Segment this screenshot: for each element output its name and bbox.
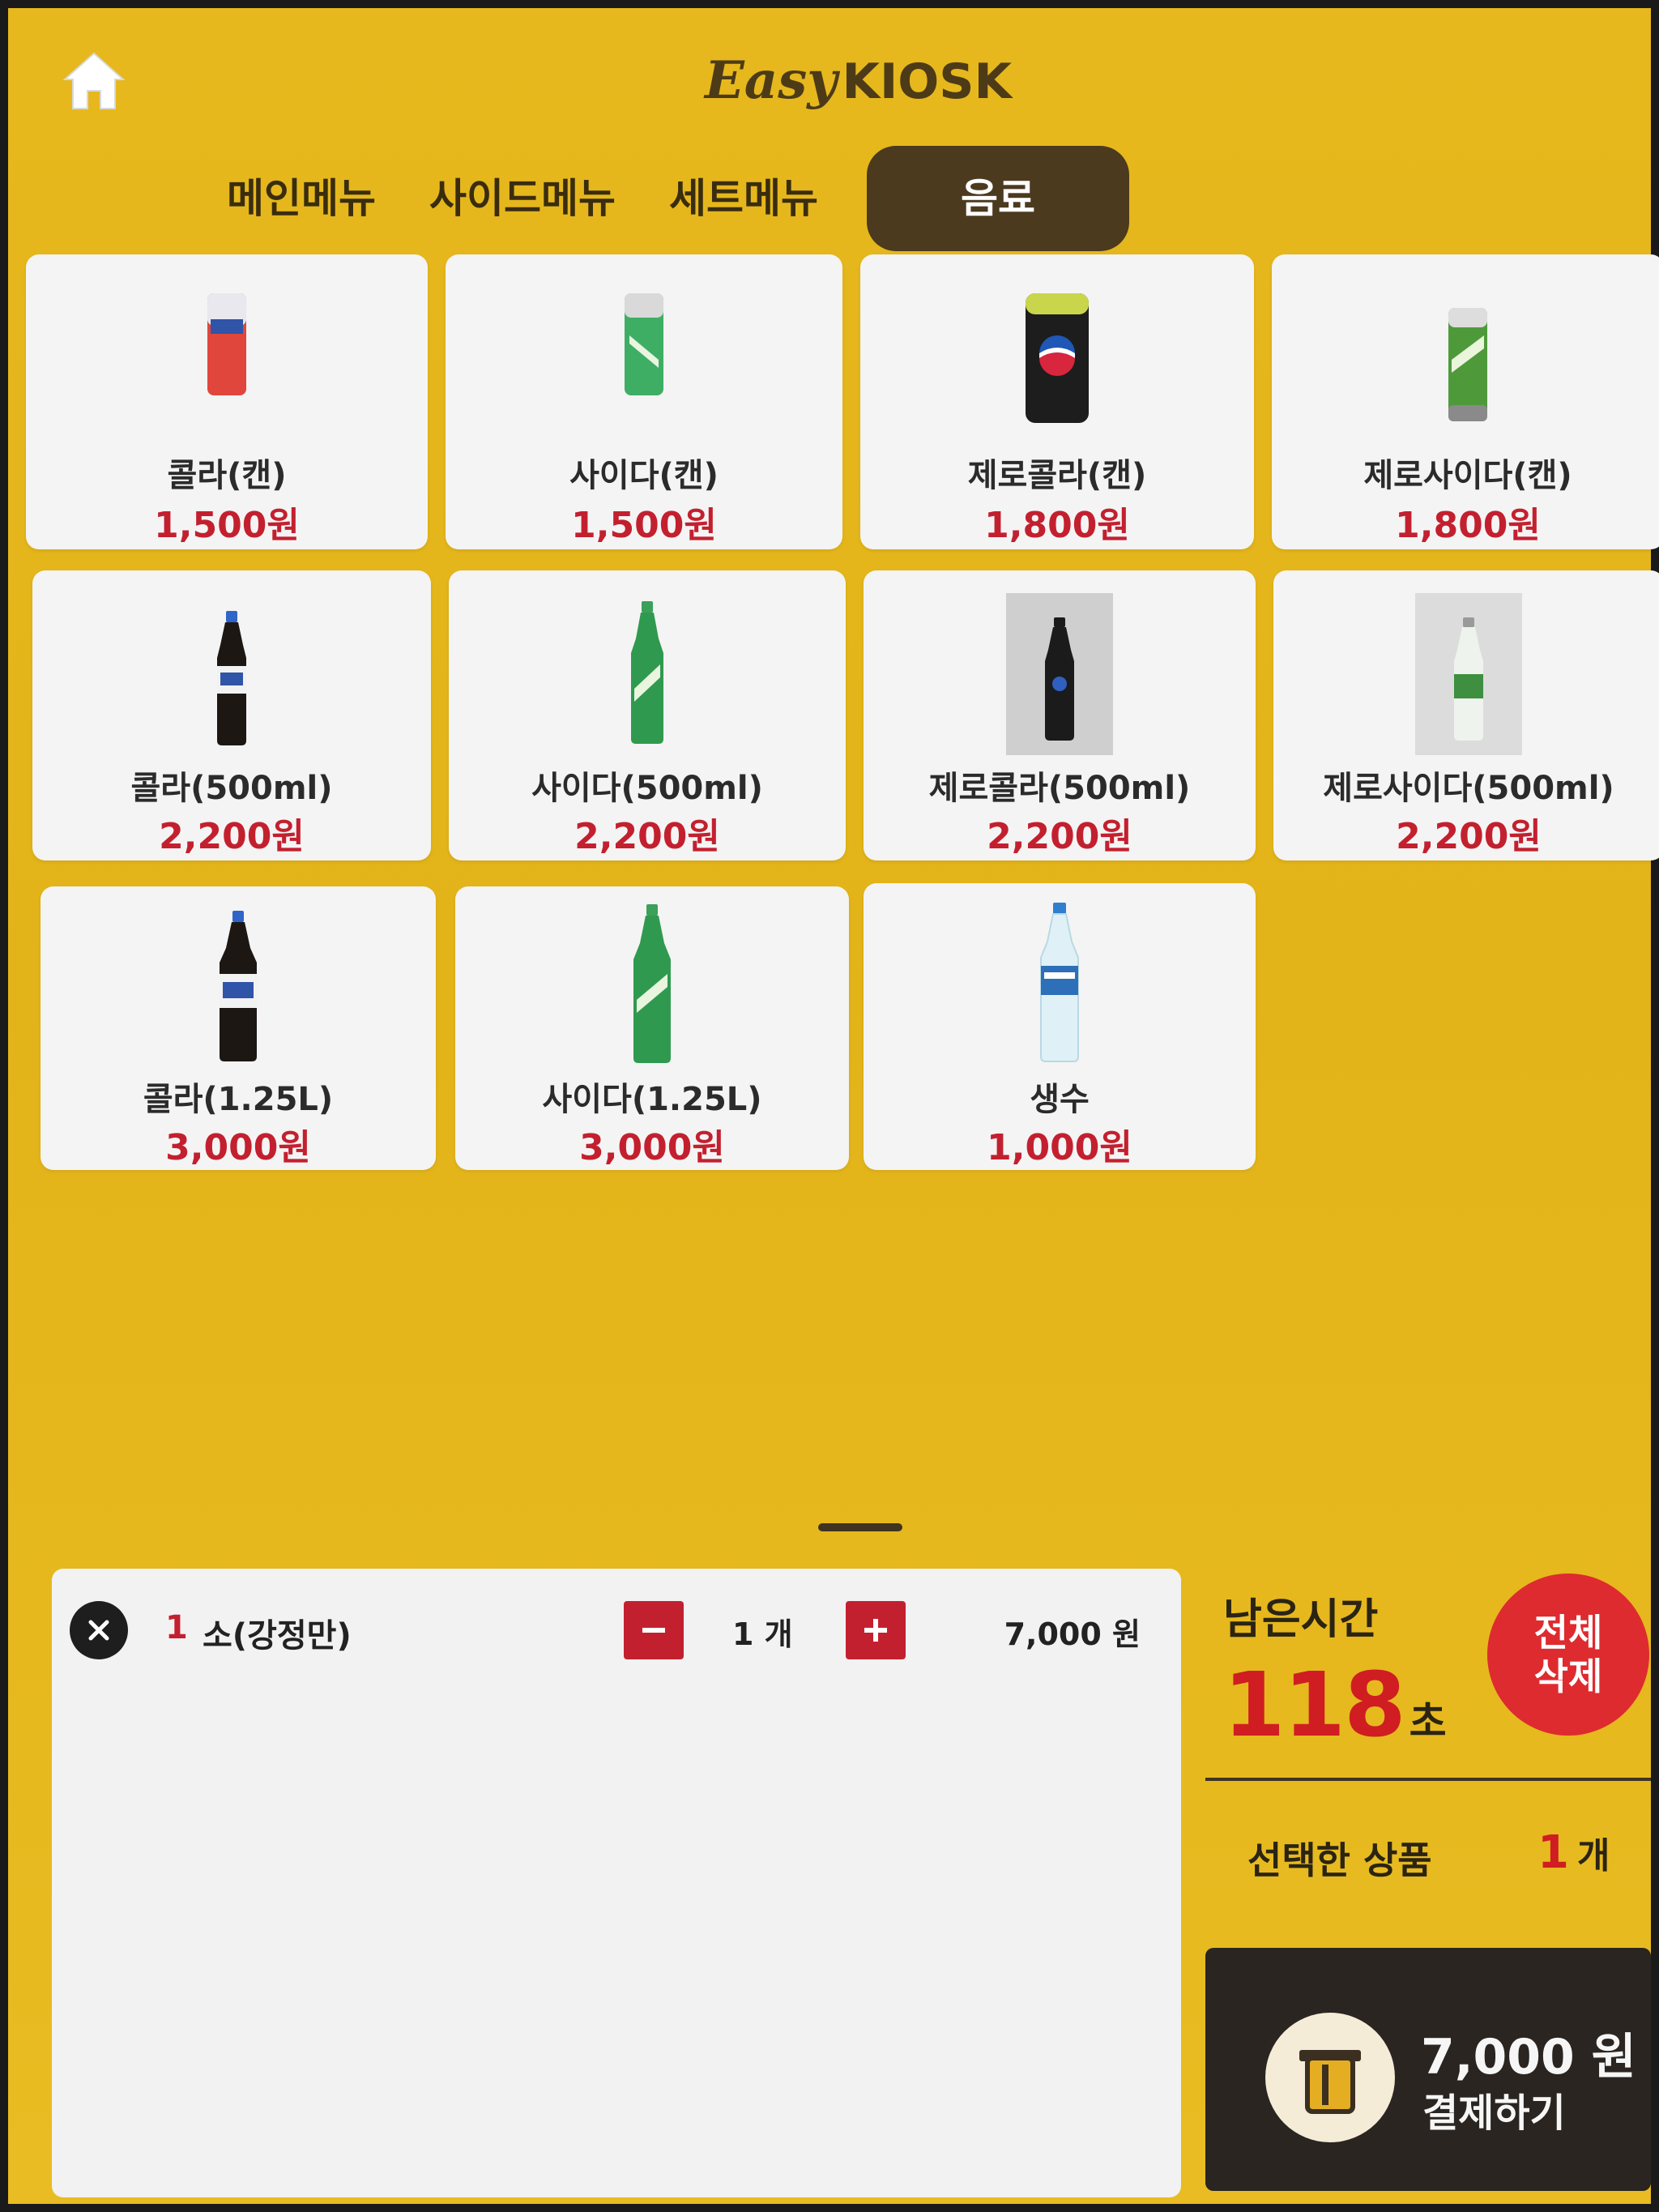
product-name: 사이다(500ml)	[531, 770, 763, 807]
product-price: 3,000원	[165, 1127, 311, 1168]
home-button[interactable]	[60, 47, 128, 115]
product-card-zero-cider-can[interactable]: 제로사이다(캔) 1,800원	[1272, 254, 1659, 549]
product-name: 콜라(500ml)	[130, 770, 333, 807]
logo-easy-text: Easy	[705, 50, 838, 111]
product-card-cider-bottle[interactable]: 사이다(500ml) 2,200원	[449, 570, 846, 860]
product-card-zero-cider-bottle[interactable]: 제로사이다(500ml) 2,200원	[1273, 570, 1659, 860]
tab-side-menu[interactable]: 사이드메뉴	[429, 146, 616, 251]
product-name: 생수	[1030, 1081, 1090, 1118]
zero-cola-bottle-icon	[1006, 593, 1113, 755]
product-name: 제로콜라(캔)	[967, 457, 1147, 494]
product-price: 1,800원	[1395, 505, 1541, 546]
zero-cider-can-icon	[1448, 308, 1487, 421]
logo-kiosk-text: KIOSK	[842, 53, 1012, 110]
kiosk-screen: Easy KIOSK 메인메뉴 사이드메뉴 세트메뉴 음료 콜라(캔) 1,50…	[8, 8, 1659, 2204]
selected-items-count: 1개	[1537, 1826, 1610, 1879]
card-payment-icon	[1265, 2013, 1395, 2142]
remaining-time-value: 118	[1223, 1653, 1406, 1757]
tab-main-menu[interactable]: 메인메뉴	[227, 146, 376, 251]
product-price: 2,200원	[574, 816, 720, 857]
tab-set-menu[interactable]: 세트메뉴	[669, 146, 818, 251]
product-card-cola-large-bottle[interactable]: 콜라(1.25L) 3,000원	[41, 886, 436, 1170]
summary-divider	[1205, 1778, 1651, 1781]
zero-cola-can-icon	[1026, 293, 1089, 423]
home-icon	[62, 52, 126, 109]
product-name: 콜라(캔)	[167, 457, 287, 494]
product-name: 사이다(캔)	[569, 457, 719, 494]
decrease-quantity-button[interactable]	[624, 1601, 684, 1659]
product-card-zero-cola-can[interactable]: 제로콜라(캔) 1,800원	[860, 254, 1254, 549]
pay-amount: 7,000 원	[1421, 2029, 1636, 2086]
increase-quantity-button[interactable]	[846, 1601, 906, 1659]
cider-can-icon	[625, 293, 663, 395]
clear-all-button[interactable]: 전체 삭제	[1487, 1574, 1649, 1736]
product-name: 사이다(1.25L)	[542, 1081, 762, 1118]
selected-count-value: 1	[1537, 1826, 1569, 1879]
cider-bottle-icon	[631, 601, 663, 744]
product-card-zero-cola-bottle[interactable]: 제로콜라(500ml) 2,200원	[864, 570, 1256, 860]
cola-bottle-icon	[217, 611, 246, 745]
remove-item-button[interactable]	[70, 1601, 128, 1659]
product-name: 제로사이다(500ml)	[1323, 770, 1614, 807]
selected-items-label: 선택한 상품	[1247, 1838, 1432, 1882]
water-bottle-icon	[1040, 903, 1079, 1062]
product-price: 2,200원	[1396, 816, 1542, 857]
category-tabs: 메인메뉴 사이드메뉴 세트메뉴 음료	[227, 146, 1129, 251]
panel-drag-handle[interactable]	[818, 1523, 902, 1531]
product-price: 2,200원	[987, 816, 1132, 857]
pay-button[interactable]: 7,000 원 결제하기	[1205, 1948, 1651, 2191]
clear-all-label-line1: 전체	[1533, 1611, 1603, 1655]
cola-can-icon	[207, 293, 246, 395]
remaining-time-unit: 초	[1409, 1698, 1447, 1745]
cart-item-index: 1	[165, 1609, 188, 1646]
product-card-cider-large-bottle[interactable]: 사이다(1.25L) 3,000원	[455, 886, 849, 1170]
cart-panel: 1 소(강정만) 1 개 7,000 원	[52, 1569, 1181, 2197]
close-icon	[88, 1620, 109, 1641]
cart-item-name: 소(강정만)	[203, 1617, 352, 1655]
product-card-cola-can[interactable]: 콜라(캔) 1,500원	[26, 254, 428, 549]
remaining-time: 118 초	[1223, 1653, 1447, 1757]
clear-all-label-line2: 삭제	[1533, 1655, 1603, 1698]
product-card-cola-bottle[interactable]: 콜라(500ml) 2,200원	[32, 570, 431, 860]
app-logo: Easy KIOSK	[705, 50, 1012, 115]
cola-large-bottle-icon	[220, 911, 257, 1061]
product-price: 1,000원	[987, 1127, 1132, 1168]
minus-icon	[642, 1628, 665, 1633]
product-name: 제로콜라(500ml)	[928, 770, 1191, 807]
product-price: 1,500원	[571, 505, 717, 546]
cart-item-row: 1 소(강정만) 1 개 7,000 원	[52, 1601, 1181, 1666]
remaining-time-label: 남은시간	[1223, 1595, 1379, 1644]
product-name: 콜라(1.25L)	[143, 1081, 334, 1118]
tab-drinks[interactable]: 음료	[867, 146, 1129, 251]
cider-large-bottle-icon	[633, 904, 671, 1063]
pay-label: 결제하기	[1422, 2090, 1566, 2136]
cart-item-quantity: 1 개	[732, 1616, 793, 1652]
product-card-cider-can[interactable]: 사이다(캔) 1,500원	[446, 254, 842, 549]
product-price: 1,800원	[984, 505, 1130, 546]
product-price: 2,200원	[159, 816, 305, 857]
product-name: 제로사이다(캔)	[1363, 457, 1572, 494]
product-card-water-bottle[interactable]: 생수 1,000원	[864, 883, 1256, 1170]
plus-icon	[864, 1619, 887, 1642]
product-price: 1,500원	[154, 505, 300, 546]
zero-cider-bottle-icon	[1415, 593, 1522, 755]
cart-item-price: 7,000 원	[1004, 1616, 1141, 1652]
product-price: 3,000원	[579, 1127, 725, 1168]
selected-count-unit: 개	[1576, 1835, 1610, 1877]
